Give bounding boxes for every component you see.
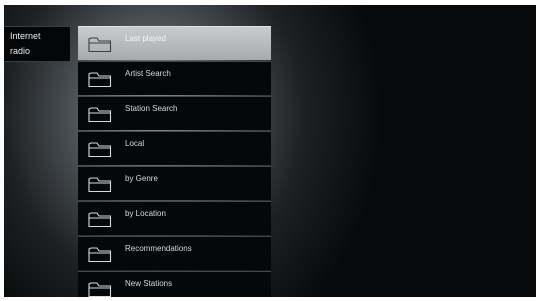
- breadcrumb-internet-radio[interactable]: Internet radio: [4, 26, 70, 62]
- folder-icon: [88, 142, 112, 158]
- menu-item-recommendations[interactable]: Recommendations: [78, 236, 271, 270]
- menu-item-label: Recommendations: [125, 244, 192, 253]
- breadcrumb-line-2: radio: [10, 46, 31, 56]
- menu-item-by-location[interactable]: by Location: [78, 201, 271, 235]
- folder-icon: [88, 212, 112, 228]
- menu-item-label: Last played: [125, 34, 166, 43]
- folder-icon: [88, 282, 112, 297]
- tv-screen: Internet radio Last played Artist Search…: [4, 5, 536, 297]
- menu-item-local[interactable]: Local: [78, 131, 271, 165]
- menu-item-new-stations[interactable]: New Stations: [78, 271, 271, 297]
- menu-list: Last played Artist Search Station Search…: [78, 26, 271, 297]
- folder-icon: [88, 247, 112, 263]
- folder-icon: [88, 107, 112, 123]
- menu-item-label: by Genre: [125, 174, 158, 183]
- menu-item-label: Artist Search: [125, 69, 171, 78]
- menu-item-station-search[interactable]: Station Search: [78, 96, 271, 130]
- menu-item-label: by Location: [125, 209, 166, 218]
- menu-item-last-played[interactable]: Last played: [78, 26, 271, 60]
- menu-item-by-genre[interactable]: by Genre: [78, 166, 271, 200]
- menu-item-label: Station Search: [125, 104, 178, 113]
- menu-item-label: Local: [125, 139, 145, 148]
- menu-item-artist-search[interactable]: Artist Search: [78, 61, 271, 95]
- menu-item-label: New Stations: [125, 279, 173, 288]
- folder-icon: [88, 177, 112, 193]
- folder-icon: [88, 37, 112, 53]
- folder-icon: [88, 72, 112, 88]
- breadcrumb-line-1: Internet: [10, 31, 41, 41]
